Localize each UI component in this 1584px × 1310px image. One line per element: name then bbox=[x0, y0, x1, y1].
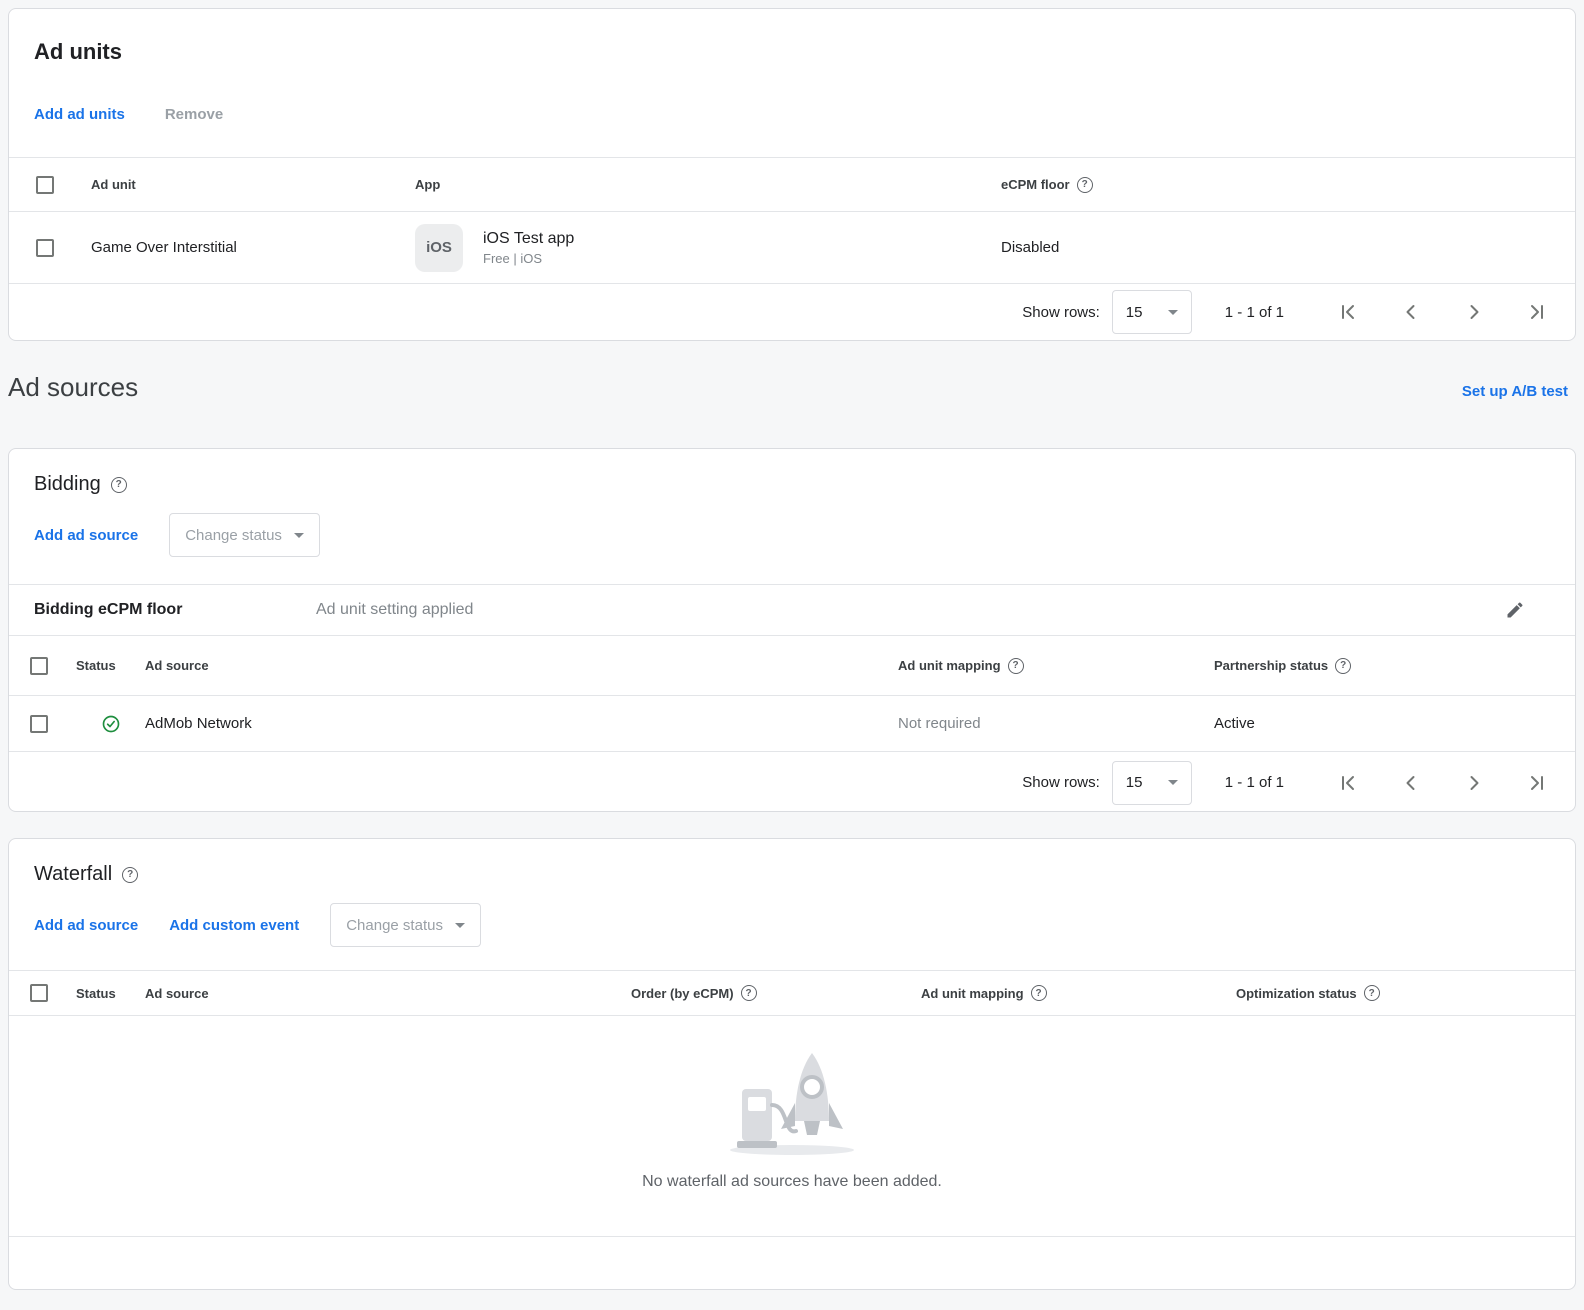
column-order: Order (by eCPM) bbox=[631, 986, 734, 1001]
ad-unit-mapping-value: Not required bbox=[898, 715, 1214, 732]
chevron-down-icon bbox=[1168, 780, 1178, 785]
pencil-icon bbox=[1505, 600, 1525, 620]
ad-units-table-header: Ad unit App eCPM floor bbox=[9, 158, 1575, 212]
add-ad-source-link[interactable]: Add ad source bbox=[34, 917, 138, 934]
help-icon[interactable] bbox=[741, 985, 757, 1001]
column-ad-unit-mapping: Ad unit mapping bbox=[921, 986, 1024, 1001]
first-page-button[interactable] bbox=[1336, 300, 1360, 324]
column-status: Status bbox=[76, 658, 145, 673]
column-partnership-status: Partnership status bbox=[1214, 658, 1328, 673]
page-size-select[interactable]: 15 bbox=[1112, 290, 1192, 334]
ad-sources-section-header: Ad sources Set up A/B test bbox=[8, 372, 1568, 403]
remove-link[interactable]: Remove bbox=[165, 106, 223, 123]
ad-units-header: Ad units Add ad units Remove bbox=[9, 9, 1575, 158]
page-size-value: 15 bbox=[1126, 304, 1143, 321]
ad-sources-title: Ad sources bbox=[8, 372, 138, 403]
waterfall-title: Waterfall bbox=[34, 863, 112, 886]
ad-unit-name: Game Over Interstitial bbox=[91, 239, 415, 256]
bidding-pagination: Show rows: 15 1 - 1 of 1 bbox=[9, 752, 1575, 812]
help-icon[interactable] bbox=[1077, 177, 1093, 193]
column-status: Status bbox=[76, 986, 145, 1001]
ad-units-title: Ad units bbox=[34, 39, 1550, 65]
chevron-down-icon bbox=[1168, 310, 1178, 315]
bidding-header: Bidding Add ad source Change status bbox=[9, 449, 1575, 585]
ad-source-name: AdMob Network bbox=[145, 715, 898, 732]
page-size-value: 15 bbox=[1126, 774, 1143, 791]
last-page-button[interactable] bbox=[1525, 771, 1549, 795]
app-meta: Free | iOS bbox=[483, 251, 574, 266]
column-ad-source: Ad source bbox=[145, 658, 898, 673]
active-status-icon bbox=[101, 714, 121, 734]
setup-ab-test-link[interactable]: Set up A/B test bbox=[1462, 383, 1568, 400]
change-status-button[interactable]: Change status bbox=[330, 903, 481, 947]
page-range: 1 - 1 of 1 bbox=[1225, 774, 1284, 791]
edit-button[interactable] bbox=[1505, 600, 1525, 620]
column-app: App bbox=[415, 177, 1001, 192]
column-ad-source: Ad source bbox=[145, 986, 631, 1001]
first-page-button[interactable] bbox=[1336, 771, 1360, 795]
show-rows-label: Show rows: bbox=[1022, 304, 1100, 321]
column-ecpm-floor: eCPM floor bbox=[1001, 177, 1070, 192]
help-icon[interactable] bbox=[1335, 658, 1351, 674]
select-all-checkbox[interactable] bbox=[30, 984, 48, 1002]
waterfall-table-header: Status Ad source Order (by eCPM) Ad unit… bbox=[9, 971, 1575, 1016]
change-status-label: Change status bbox=[185, 527, 282, 544]
chevron-down-icon bbox=[294, 533, 304, 538]
column-ad-unit: Ad unit bbox=[91, 177, 415, 192]
page-range: 1 - 1 of 1 bbox=[1225, 304, 1284, 321]
help-icon[interactable] bbox=[111, 477, 127, 493]
ecpm-floor-value: Disabled bbox=[1001, 239, 1575, 256]
change-status-label: Change status bbox=[346, 917, 443, 934]
row-checkbox[interactable] bbox=[36, 239, 54, 257]
bidding-ecpm-floor-label: Bidding eCPM floor bbox=[34, 601, 316, 619]
waterfall-header: Waterfall Add ad source Add custom event… bbox=[9, 839, 1575, 971]
ad-units-card: Ad units Add ad units Remove Ad unit App… bbox=[8, 8, 1576, 341]
bidding-card: Bidding Add ad source Change status Bidd… bbox=[8, 448, 1576, 812]
partnership-status-value: Active bbox=[1214, 715, 1575, 732]
bidding-title: Bidding bbox=[34, 473, 101, 496]
app-name: iOS Test app bbox=[483, 230, 574, 248]
help-icon[interactable] bbox=[122, 867, 138, 883]
select-all-checkbox[interactable] bbox=[30, 657, 48, 675]
prev-page-button[interactable] bbox=[1399, 771, 1423, 795]
next-page-button[interactable] bbox=[1462, 300, 1486, 324]
bidding-ecpm-floor-value: Ad unit setting applied bbox=[316, 601, 1505, 619]
ad-units-pagination: Show rows: 15 1 - 1 of 1 bbox=[9, 284, 1575, 340]
waterfall-empty-state: No waterfall ad sources have been added. bbox=[9, 1016, 1575, 1237]
bidding-ecpm-floor-row: Bidding eCPM floor Ad unit setting appli… bbox=[9, 585, 1575, 636]
next-page-button[interactable] bbox=[1462, 771, 1486, 795]
show-rows-label: Show rows: bbox=[1022, 774, 1100, 791]
last-page-button[interactable] bbox=[1525, 300, 1549, 324]
prev-page-button[interactable] bbox=[1399, 300, 1423, 324]
ios-app-icon: iOS bbox=[415, 224, 463, 272]
waterfall-card: Waterfall Add ad source Add custom event… bbox=[8, 838, 1576, 1290]
change-status-button[interactable]: Change status bbox=[169, 513, 320, 557]
add-custom-event-link[interactable]: Add custom event bbox=[169, 917, 299, 934]
add-ad-source-link[interactable]: Add ad source bbox=[34, 527, 138, 544]
ad-unit-row[interactable]: Game Over Interstitial iOS iOS Test app … bbox=[9, 212, 1575, 284]
column-ad-unit-mapping: Ad unit mapping bbox=[898, 658, 1001, 673]
help-icon[interactable] bbox=[1364, 985, 1380, 1001]
help-icon[interactable] bbox=[1008, 658, 1024, 674]
chevron-down-icon bbox=[455, 923, 465, 928]
waterfall-empty-message: No waterfall ad sources have been added. bbox=[642, 1173, 942, 1191]
select-all-checkbox[interactable] bbox=[36, 176, 54, 194]
row-checkbox[interactable] bbox=[30, 715, 48, 733]
bidding-table-header: Status Ad source Ad unit mapping Partner… bbox=[9, 636, 1575, 696]
add-ad-units-link[interactable]: Add ad units bbox=[34, 106, 125, 123]
page-size-select[interactable]: 15 bbox=[1112, 761, 1192, 805]
bidding-row[interactable]: AdMob Network Not required Active bbox=[9, 696, 1575, 752]
column-optimization-status: Optimization status bbox=[1236, 986, 1357, 1001]
rocket-pump-illustration bbox=[712, 1039, 872, 1159]
help-icon[interactable] bbox=[1031, 985, 1047, 1001]
